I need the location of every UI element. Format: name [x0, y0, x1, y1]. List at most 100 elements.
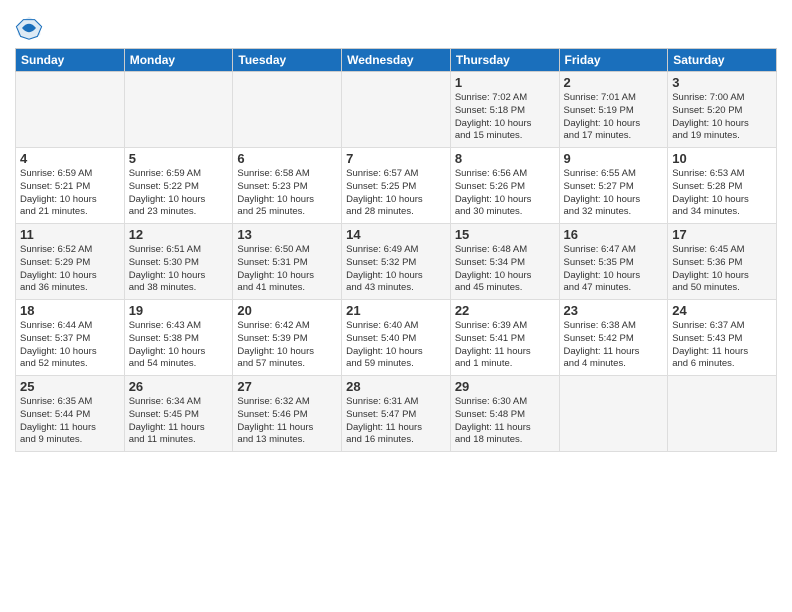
- calendar-cell: 7Sunrise: 6:57 AMSunset: 5:25 PMDaylight…: [342, 148, 451, 224]
- day-info: Sunrise: 7:01 AMSunset: 5:19 PMDaylight:…: [564, 92, 664, 143]
- day-number: 17: [672, 227, 772, 242]
- calendar-cell: 12 Sunrise: 6:51 AMSunset: 5:30 PMDayligh…: [124, 224, 233, 300]
- day-number: 25: [20, 379, 120, 394]
- calendar-cell: 20 Sunrise: 6:42 AMSunset: 5:39 PMDayligh…: [233, 300, 342, 376]
- day-info: Sunrise: 6:35 AMSunset: 5:44 PMDaylight:…: [20, 396, 120, 447]
- day-number: 13: [237, 227, 337, 242]
- calendar-cell: 4 Sunrise: 6:59 AMSunset: 5:21 PMDaylight…: [16, 148, 125, 224]
- day-info: Sunrise: 6:58 AMSunset: 5:23 PMDaylight:…: [237, 168, 337, 219]
- day-info: Sunrise: 6:45 AMSunset: 5:36 PMDaylight:…: [672, 244, 772, 295]
- calendar-cell: 23 Sunrise: 6:38 AMSunset: 5:42 PMDayligh…: [559, 300, 668, 376]
- calendar-cell: 27Sunrise: 6:32 AMSunset: 5:46 PMDayligh…: [233, 376, 342, 452]
- calendar-cell: [559, 376, 668, 452]
- day-number: 23: [564, 303, 664, 318]
- day-info: Sunrise: 6:53 AMSunset: 5:28 PMDaylight:…: [672, 168, 772, 219]
- calendar-header-row: SundayMondayTuesdayWednesdayThursdayFrid…: [16, 49, 777, 72]
- calendar-cell: 1 Sunrise: 7:02 AMSunset: 5:18 PMDaylight…: [450, 72, 559, 148]
- calendar-cell: 10Sunrise: 6:53 AMSunset: 5:28 PMDayligh…: [668, 148, 777, 224]
- calendar-cell: 8 Sunrise: 6:56 AMSunset: 5:26 PMDaylight…: [450, 148, 559, 224]
- day-number: 2: [564, 75, 664, 90]
- calendar-cell: [342, 72, 451, 148]
- day-info: Sunrise: 6:42 AMSunset: 5:39 PMDaylight:…: [237, 320, 337, 371]
- day-number: 26: [129, 379, 229, 394]
- day-number: 29: [455, 379, 555, 394]
- day-info: Sunrise: 6:47 AMSunset: 5:35 PMDaylight:…: [564, 244, 664, 295]
- day-info: Sunrise: 6:59 AMSunset: 5:22 PMDaylight:…: [129, 168, 229, 219]
- day-info: Sunrise: 6:48 AMSunset: 5:34 PMDaylight:…: [455, 244, 555, 295]
- day-info: Sunrise: 6:51 AMSunset: 5:30 PMDaylight:…: [129, 244, 229, 295]
- calendar-cell: 2 Sunrise: 7:01 AMSunset: 5:19 PMDaylight…: [559, 72, 668, 148]
- day-header-thursday: Thursday: [450, 49, 559, 72]
- calendar-cell: [233, 72, 342, 148]
- day-info: Sunrise: 6:43 AMSunset: 5:38 PMDaylight:…: [129, 320, 229, 371]
- day-info: Sunrise: 6:55 AMSunset: 5:27 PMDaylight:…: [564, 168, 664, 219]
- day-info: Sunrise: 6:37 AMSunset: 5:43 PMDaylight:…: [672, 320, 772, 371]
- day-number: 18: [20, 303, 120, 318]
- calendar-cell: 18 Sunrise: 6:44 AMSunset: 5:37 PMDayligh…: [16, 300, 125, 376]
- day-number: 11: [20, 227, 120, 242]
- calendar-cell: 3 Sunrise: 7:00 AMSunset: 5:20 PMDaylight…: [668, 72, 777, 148]
- calendar-cell: [124, 72, 233, 148]
- day-number: 9: [564, 151, 664, 166]
- day-info: Sunrise: 7:02 AMSunset: 5:18 PMDaylight:…: [455, 92, 555, 143]
- day-number: 1: [455, 75, 555, 90]
- day-number: 5: [129, 151, 229, 166]
- day-header-wednesday: Wednesday: [342, 49, 451, 72]
- calendar-cell: 29 Sunrise: 6:30 AMSunset: 5:48 PMDayligh…: [450, 376, 559, 452]
- day-header-monday: Monday: [124, 49, 233, 72]
- day-info: Sunrise: 6:30 AMSunset: 5:48 PMDaylight:…: [455, 396, 555, 447]
- calendar-cell: [16, 72, 125, 148]
- day-number: 16: [564, 227, 664, 242]
- day-header-friday: Friday: [559, 49, 668, 72]
- day-header-sunday: Sunday: [16, 49, 125, 72]
- day-number: 12: [129, 227, 229, 242]
- calendar-cell: 16 Sunrise: 6:47 AMSunset: 5:35 PMDayligh…: [559, 224, 668, 300]
- calendar-cell: 11 Sunrise: 6:52 AMSunset: 5:29 PMDayligh…: [16, 224, 125, 300]
- day-info: Sunrise: 6:34 AMSunset: 5:45 PMDaylight:…: [129, 396, 229, 447]
- day-info: Sunrise: 7:00 AMSunset: 5:20 PMDaylight:…: [672, 92, 772, 143]
- calendar-cell: [668, 376, 777, 452]
- calendar-cell: 25 Sunrise: 6:35 AMSunset: 5:44 PMDayligh…: [16, 376, 125, 452]
- calendar-cell: 17 Sunrise: 6:45 AMSunset: 5:36 PMDayligh…: [668, 224, 777, 300]
- day-number: 21: [346, 303, 446, 318]
- day-info: Sunrise: 6:38 AMSunset: 5:42 PMDaylight:…: [564, 320, 664, 371]
- day-number: 15: [455, 227, 555, 242]
- day-info: Sunrise: 6:52 AMSunset: 5:29 PMDaylight:…: [20, 244, 120, 295]
- day-number: 24: [672, 303, 772, 318]
- calendar-week-row: 11 Sunrise: 6:52 AMSunset: 5:29 PMDayligh…: [16, 224, 777, 300]
- calendar-cell: 5 Sunrise: 6:59 AMSunset: 5:22 PMDaylight…: [124, 148, 233, 224]
- calendar-cell: 24 Sunrise: 6:37 AMSunset: 5:43 PMDayligh…: [668, 300, 777, 376]
- day-info: Sunrise: 6:59 AMSunset: 5:21 PMDaylight:…: [20, 168, 120, 219]
- calendar-week-row: 18 Sunrise: 6:44 AMSunset: 5:37 PMDayligh…: [16, 300, 777, 376]
- day-number: 14: [346, 227, 446, 242]
- day-number: 6: [237, 151, 337, 166]
- calendar-cell: 14 Sunrise: 6:49 AMSunset: 5:32 PMDayligh…: [342, 224, 451, 300]
- day-number: 8: [455, 151, 555, 166]
- day-info: Sunrise: 6:56 AMSunset: 5:26 PMDaylight:…: [455, 168, 555, 219]
- logo: [15, 14, 45, 42]
- calendar-week-row: 25 Sunrise: 6:35 AMSunset: 5:44 PMDayligh…: [16, 376, 777, 452]
- day-number: 20: [237, 303, 337, 318]
- calendar-cell: 9 Sunrise: 6:55 AMSunset: 5:27 PMDaylight…: [559, 148, 668, 224]
- day-info: Sunrise: 6:39 AMSunset: 5:41 PMDaylight:…: [455, 320, 555, 371]
- calendar-cell: 21Sunrise: 6:40 AMSunset: 5:40 PMDayligh…: [342, 300, 451, 376]
- day-info: Sunrise: 6:31 AMSunset: 5:47 PMDaylight:…: [346, 396, 446, 447]
- calendar-cell: 6 Sunrise: 6:58 AMSunset: 5:23 PMDaylight…: [233, 148, 342, 224]
- calendar-cell: 22Sunrise: 6:39 AMSunset: 5:41 PMDayligh…: [450, 300, 559, 376]
- day-number: 27: [237, 379, 337, 394]
- day-number: 28: [346, 379, 446, 394]
- day-info: Sunrise: 6:49 AMSunset: 5:32 PMDaylight:…: [346, 244, 446, 295]
- day-info: Sunrise: 6:44 AMSunset: 5:37 PMDaylight:…: [20, 320, 120, 371]
- day-header-tuesday: Tuesday: [233, 49, 342, 72]
- calendar-week-row: 1 Sunrise: 7:02 AMSunset: 5:18 PMDaylight…: [16, 72, 777, 148]
- calendar-cell: 13 Sunrise: 6:50 AMSunset: 5:31 PMDayligh…: [233, 224, 342, 300]
- header-row: [15, 10, 777, 42]
- day-number: 4: [20, 151, 120, 166]
- day-info: Sunrise: 6:50 AMSunset: 5:31 PMDaylight:…: [237, 244, 337, 295]
- day-info: Sunrise: 6:57 AMSunset: 5:25 PMDaylight:…: [346, 168, 446, 219]
- logo-icon: [15, 14, 43, 42]
- day-number: 19: [129, 303, 229, 318]
- calendar-table: SundayMondayTuesdayWednesdayThursdayFrid…: [15, 48, 777, 452]
- calendar-cell: 19 Sunrise: 6:43 AMSunset: 5:38 PMDayligh…: [124, 300, 233, 376]
- day-number: 3: [672, 75, 772, 90]
